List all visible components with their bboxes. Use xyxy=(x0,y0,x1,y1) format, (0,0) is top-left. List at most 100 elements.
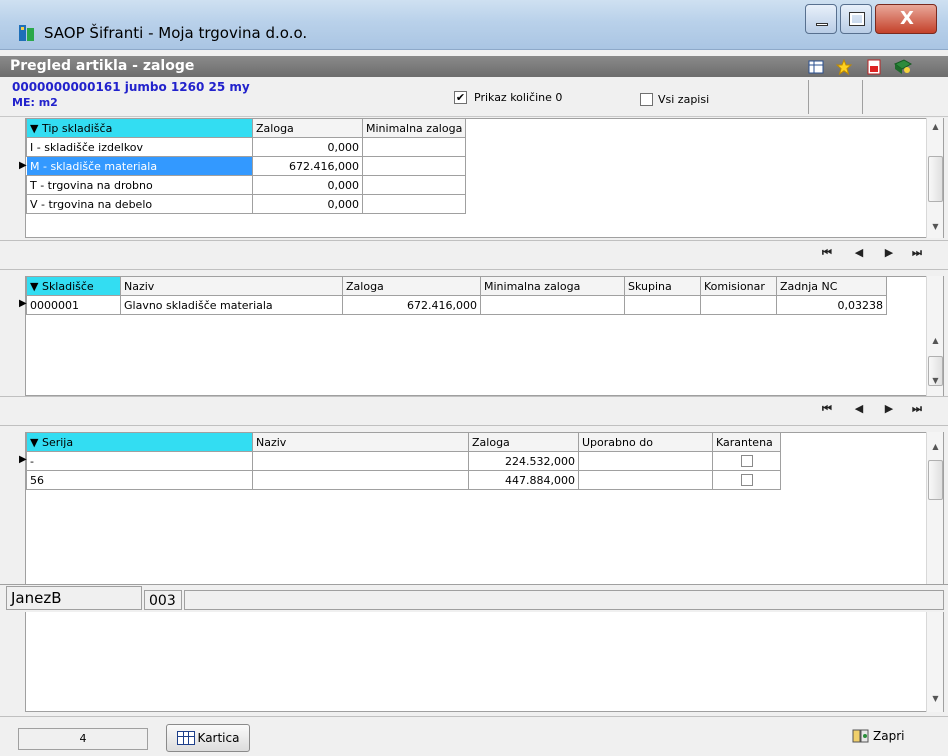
column-header-name[interactable]: Naziv xyxy=(120,276,343,296)
current-row-indicator-icon: ▶ xyxy=(19,298,27,309)
scroll-down-icon[interactable]: ▼ xyxy=(927,222,944,231)
window-title: SAOP Šifranti - Moja trgovina d.o.o. xyxy=(44,24,308,42)
series-table: ▼ Serija Naziv Zaloga Uporabno do Karant… xyxy=(26,432,781,490)
cell-name[interactable]: Glavno skladišče materiala xyxy=(120,295,343,315)
help-book-icon[interactable] xyxy=(893,59,913,75)
scroll-down-icon[interactable]: ▼ xyxy=(927,694,944,703)
warehouse-type-table: ▼ Tip skladišča Zaloga Minimalna zaloga … xyxy=(26,118,467,214)
cell-min-stock[interactable] xyxy=(361,175,467,195)
column-header-stock[interactable]: Zaloga xyxy=(342,276,481,296)
cell-min-stock[interactable] xyxy=(361,194,467,214)
column-header-quarantine[interactable]: Karantena xyxy=(712,432,781,452)
cell-quarantine[interactable] xyxy=(712,470,781,490)
column-header-consignee[interactable]: Komisionar xyxy=(700,276,777,296)
column-header-name[interactable]: Naziv xyxy=(252,432,469,452)
maximize-button[interactable] xyxy=(840,4,872,34)
favorite-star-icon[interactable] xyxy=(835,58,853,76)
cell-warehouse-type[interactable]: T - trgovina na drobno xyxy=(26,175,253,195)
current-row-indicator-icon: ▶ xyxy=(19,160,27,171)
column-header-group[interactable]: Skupina xyxy=(624,276,701,296)
table-row[interactable]: T - trgovina na drobno 0,000 xyxy=(26,175,467,195)
quarantine-checkbox[interactable] xyxy=(740,474,753,486)
cell-series[interactable]: 56 xyxy=(26,470,253,490)
all-records-label: Vsi zapisi xyxy=(658,93,710,106)
cell-name[interactable] xyxy=(252,451,469,471)
column-header-valid-until[interactable]: Uporabno do xyxy=(578,432,713,452)
pdf-export-icon[interactable] xyxy=(866,59,882,75)
table-row[interactable]: I - skladišče izdelkov 0,000 xyxy=(26,137,467,157)
cell-warehouse-type[interactable]: V - trgovina na debelo xyxy=(26,194,253,214)
column-header-min-stock[interactable]: Minimalna zaloga xyxy=(361,118,467,138)
cell-min-stock[interactable] xyxy=(361,137,467,157)
column-header-series[interactable]: ▼ Serija xyxy=(26,432,253,452)
cell-consignee[interactable] xyxy=(700,295,777,315)
scroll-up-icon[interactable]: ▲ xyxy=(927,336,944,345)
quarantine-checkbox[interactable] xyxy=(740,455,753,467)
table-row-selected[interactable]: M - skladišče materiala 672.416,000 xyxy=(26,156,467,176)
current-row-indicator-icon: ▶ xyxy=(19,454,27,465)
first-record-icon[interactable]: ⏮ xyxy=(814,246,840,266)
prev-record-icon[interactable]: ◀ xyxy=(846,246,872,266)
cell-stock[interactable]: 0,000 xyxy=(252,137,363,157)
cell-valid-until[interactable] xyxy=(578,470,713,490)
column-header-last-cost[interactable]: Zadnja NC xyxy=(776,276,887,296)
show-zero-label: Prikaz količine 0 xyxy=(474,91,563,104)
cell-min-stock[interactable] xyxy=(361,156,467,176)
next-record-icon[interactable]: ▶ xyxy=(876,246,902,266)
all-records-checkbox[interactable] xyxy=(640,93,653,106)
column-header-warehouse[interactable]: ▼ Skladišče xyxy=(26,276,121,296)
prev-record-icon[interactable]: ◀ xyxy=(846,402,872,422)
scroll-up-icon[interactable]: ▲ xyxy=(927,442,944,451)
last-record-icon[interactable]: ⏭ xyxy=(904,246,930,266)
cell-name[interactable] xyxy=(252,470,469,490)
cell-warehouse-type[interactable]: M - skladišče materiala xyxy=(26,156,253,176)
cell-stock[interactable]: 224.532,000 xyxy=(468,451,579,471)
cell-warehouse[interactable]: 0000001 xyxy=(26,295,121,315)
table-row[interactable]: 0000001 Glavno skladišče materiala 672.4… xyxy=(26,295,887,315)
cell-stock[interactable]: 672.416,000 xyxy=(252,156,363,176)
column-header-warehouse-type[interactable]: ▼ Tip skladišča xyxy=(26,118,253,138)
table-row[interactable]: V - trgovina na debelo 0,000 xyxy=(26,194,467,214)
cell-series[interactable]: - xyxy=(26,451,253,471)
cell-stock[interactable]: 672.416,000 xyxy=(342,295,481,315)
divider xyxy=(808,80,809,114)
close-book-icon xyxy=(852,729,869,743)
scroll-down-icon[interactable]: ▼ xyxy=(927,376,944,385)
close-button[interactable]: Zapri xyxy=(852,728,904,744)
close-window-button[interactable]: X xyxy=(875,4,937,34)
grid2-navigator xyxy=(0,396,948,426)
cell-last-cost[interactable]: 0,03238 xyxy=(776,295,887,315)
cell-min-stock[interactable] xyxy=(480,295,625,315)
table-icon[interactable] xyxy=(808,59,824,75)
panel-title: Pregled artikla - zaloge xyxy=(10,58,195,74)
next-record-icon[interactable]: ▶ xyxy=(876,402,902,422)
grid1-scrollbar[interactable]: ▲ ▼ xyxy=(926,118,943,238)
scroll-thumb[interactable] xyxy=(928,460,943,500)
row-gutter xyxy=(18,432,26,712)
card-button-label: Kartica xyxy=(197,731,240,745)
first-record-icon[interactable]: ⏮ xyxy=(814,402,840,422)
minimize-button[interactable] xyxy=(805,4,837,34)
table-row[interactable]: 56 447.884,000 xyxy=(26,470,781,490)
column-header-stock[interactable]: Zaloga xyxy=(468,432,579,452)
card-button[interactable]: Kartica xyxy=(166,724,250,752)
grid-icon xyxy=(176,731,195,745)
grid2-scrollbar[interactable]: ▲ ▼ xyxy=(926,276,943,396)
cell-valid-until[interactable] xyxy=(578,451,713,471)
table-row[interactable]: - 224.532,000 xyxy=(26,451,781,471)
scroll-up-icon[interactable]: ▲ xyxy=(927,122,944,131)
scroll-thumb[interactable] xyxy=(928,156,943,202)
cell-stock[interactable]: 0,000 xyxy=(252,194,363,214)
grid3-scrollbar[interactable]: ▲ ▼ xyxy=(926,432,943,712)
cell-quarantine[interactable] xyxy=(712,451,781,471)
record-count: 4 xyxy=(18,728,148,750)
show-zero-checkbox[interactable]: ✔ xyxy=(454,91,467,104)
cell-stock[interactable]: 0,000 xyxy=(252,175,363,195)
cell-group[interactable] xyxy=(624,295,701,315)
cell-stock[interactable]: 447.884,000 xyxy=(468,470,579,490)
last-record-icon[interactable]: ⏭ xyxy=(904,402,930,422)
close-icon: X xyxy=(900,8,914,29)
column-header-min-stock[interactable]: Minimalna zaloga xyxy=(480,276,625,296)
column-header-stock[interactable]: Zaloga xyxy=(252,118,363,138)
cell-warehouse-type[interactable]: I - skladišče izdelkov xyxy=(26,137,253,157)
